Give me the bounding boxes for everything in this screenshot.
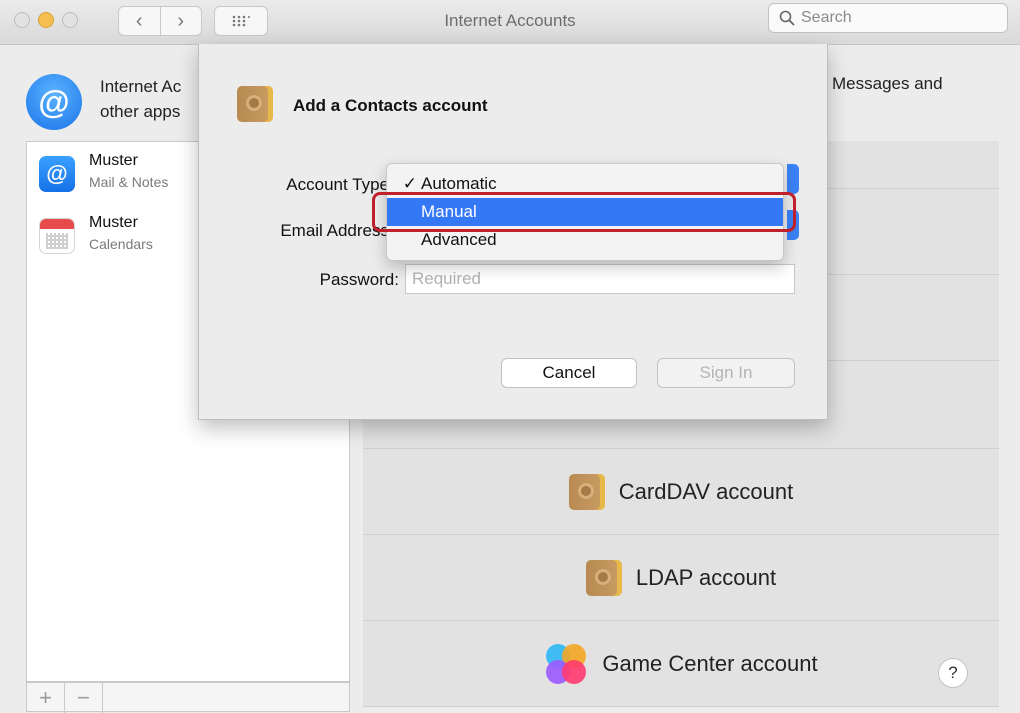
password-label: Password: [319,270,399,289]
contacts-icon [585,559,622,596]
provider-row-ldap[interactable]: LDAP account [363,535,999,621]
search-icon [779,10,795,26]
search-field[interactable]: Search [768,3,1008,33]
sheet-title: Add a Contacts account [293,96,488,115]
provider-row-game-center[interactable]: Game Center account [363,621,999,707]
header-line-1: Internet Ac [100,77,182,96]
password-field[interactable]: Required [405,264,795,294]
window-title: Internet Accounts [444,11,576,30]
account-name: Muster [89,152,138,169]
forward-button[interactable]: › [159,7,202,35]
provider-label: CardDAV account [618,478,794,504]
account-type-popup-stub[interactable] [787,164,799,194]
menu-item-label: Automatic [421,174,497,193]
checkmark-icon: ✓ [402,174,417,193]
minimize-window-button[interactable] [38,12,54,28]
show-all-button[interactable] [214,6,268,36]
help-button[interactable]: ? [938,658,968,688]
zoom-window-button[interactable] [62,12,78,28]
mail-at-icon: @ [39,156,75,192]
game-center-icon [544,642,588,686]
header-description-right: Messages and [832,74,943,93]
menu-item-label: Advanced [421,230,497,249]
chevron-right-icon: › [177,9,185,32]
account-services: Mail & Notes [89,174,169,190]
provider-label: LDAP account [635,564,777,590]
calendar-icon [39,218,75,254]
internet-accounts-at-icon: @ [26,74,82,130]
contacts-icon [237,86,273,122]
search-placeholder: Search [801,9,852,26]
title-bar: ‹ › Internet Accounts Search [0,0,1020,45]
account-services: Calendars [89,236,153,252]
provider-label: Game Center account [602,650,818,676]
header-description: Internet Ac other apps [100,74,181,124]
navigation-buttons: ‹ › [118,6,202,36]
close-window-button[interactable] [14,12,30,28]
sign-in-button[interactable]: Sign In [657,358,795,388]
grid-icon [232,15,250,27]
password-placeholder: Required [412,269,481,288]
sidebar-footer: + − [26,682,350,713]
cancel-button[interactable]: Cancel [501,358,637,388]
provider-row-carddav[interactable]: CardDAV account [363,449,999,535]
chevron-left-icon: ‹ [135,9,143,32]
account-type-label: Account Type [286,175,389,194]
back-button[interactable]: ‹ [119,7,160,35]
header-line-2: other apps [100,102,181,121]
annotation-highlight-box [372,192,796,232]
contacts-icon [568,473,605,510]
account-name: Muster [89,214,138,231]
